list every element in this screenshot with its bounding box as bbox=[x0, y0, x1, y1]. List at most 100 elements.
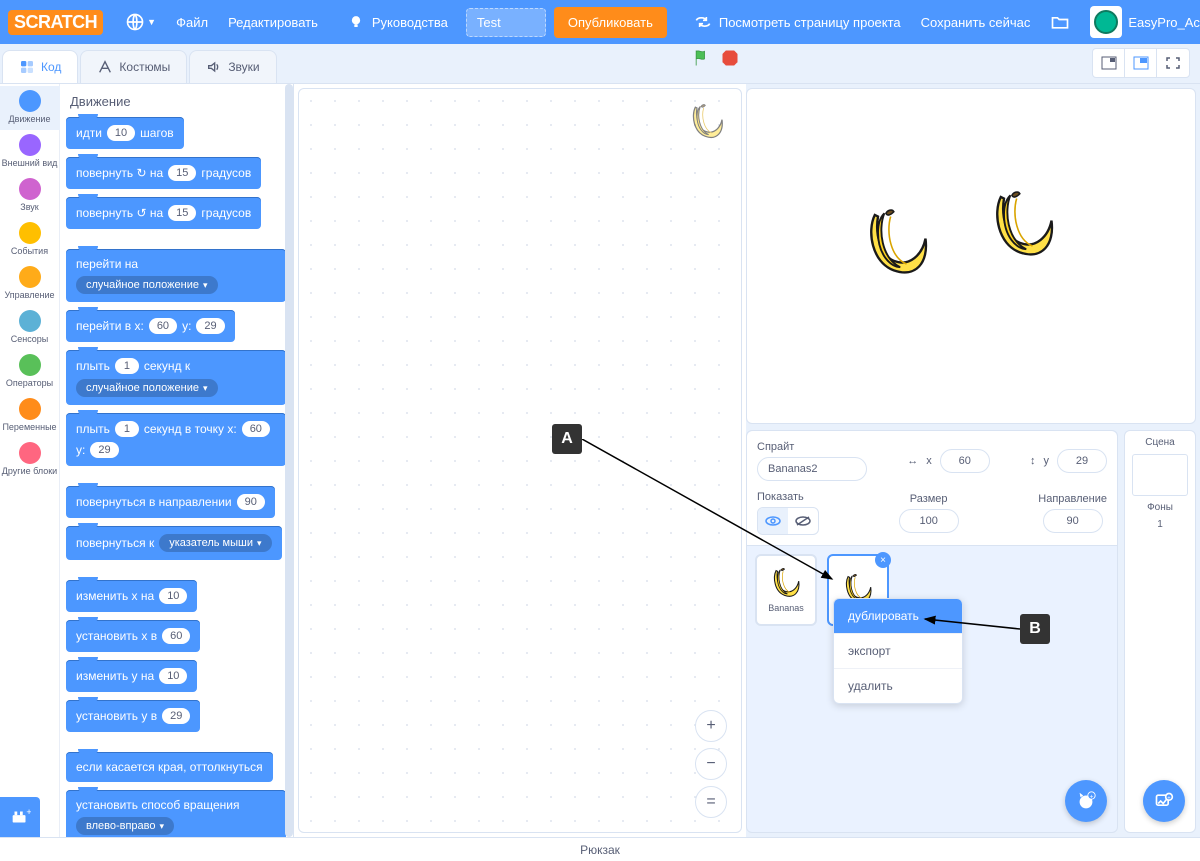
delete-sprite-button[interactable]: × bbox=[875, 552, 891, 568]
file-menu[interactable]: Файл bbox=[166, 0, 218, 44]
context-delete[interactable]: удалить bbox=[834, 669, 962, 703]
image-plus-icon: + bbox=[1154, 791, 1174, 811]
sprite-list: Bananas × дублировать экспорт удалить bbox=[755, 554, 1109, 626]
tabs-row: Код Костюмы Звуки bbox=[0, 44, 1200, 84]
backdrops-count: 1 bbox=[1157, 519, 1163, 530]
add-backdrop-button[interactable]: + bbox=[1143, 780, 1185, 822]
annotation-b: B bbox=[1020, 614, 1050, 644]
stage-size-toggle bbox=[1092, 48, 1190, 78]
zoom-out-button[interactable]: − bbox=[695, 748, 727, 780]
block-set-x[interactable]: установить x в60 bbox=[66, 620, 200, 652]
costumes-icon bbox=[97, 59, 113, 75]
tab-costumes[interactable]: Костюмы bbox=[80, 50, 187, 83]
eye-icon bbox=[765, 515, 781, 527]
block-turn-ccw[interactable]: повернуть ↺ на15градусов bbox=[66, 197, 261, 229]
category-sound[interactable]: Звук bbox=[0, 174, 60, 218]
large-stage-icon bbox=[1133, 56, 1149, 70]
stage-sprite-bananas[interactable] bbox=[859, 207, 935, 283]
block-bounce[interactable]: если касается края, оттолкнуться bbox=[66, 752, 273, 782]
sprites-panel: Спрайт ↔ x ↕ y bbox=[746, 430, 1118, 833]
sprite-size-input[interactable] bbox=[899, 509, 959, 533]
show-button[interactable] bbox=[758, 508, 788, 534]
category-control[interactable]: Управление bbox=[0, 262, 60, 306]
scratch-logo[interactable]: SCRATCH bbox=[8, 8, 103, 36]
block-change-x[interactable]: изменить x на10 bbox=[66, 580, 197, 612]
category-column: Движение Внешний вид Звук События Управл… bbox=[0, 84, 60, 837]
tutorials-button[interactable]: Руководства bbox=[336, 0, 458, 44]
block-point-direction[interactable]: повернуться в направлении90 bbox=[66, 486, 275, 518]
code-workspace[interactable]: + − = bbox=[298, 88, 742, 833]
context-export[interactable]: экспорт bbox=[834, 634, 962, 669]
sprite-direction-input[interactable] bbox=[1043, 509, 1103, 533]
sounds-icon bbox=[206, 59, 222, 75]
backpack-header[interactable]: Рюкзак bbox=[0, 837, 1200, 861]
svg-text:+: + bbox=[26, 807, 31, 817]
stage-sprite-bananas2[interactable] bbox=[985, 189, 1061, 265]
banana-icon bbox=[769, 567, 803, 601]
category-variables[interactable]: Переменные bbox=[0, 394, 60, 438]
publish-button[interactable]: Опубликовать bbox=[554, 7, 667, 38]
block-goto-xy[interactable]: перейти в x:60y:29 bbox=[66, 310, 235, 342]
visibility-toggle bbox=[757, 507, 819, 535]
annotation-a: A bbox=[552, 424, 582, 454]
sprite-info: Спрайт ↔ x ↕ y bbox=[747, 431, 1117, 546]
stage-thumbnail[interactable] bbox=[1132, 454, 1188, 496]
tab-sounds[interactable]: Звуки bbox=[189, 50, 276, 83]
green-flag-button[interactable] bbox=[692, 48, 712, 68]
block-glide-xy[interactable]: плыть1секунд в точку x:60y:29 bbox=[66, 413, 286, 466]
category-events[interactable]: События bbox=[0, 218, 60, 262]
backdrops-label: Фоны bbox=[1147, 502, 1173, 513]
small-stage-button[interactable] bbox=[1093, 49, 1125, 77]
xy-arrows-icon: ↕ bbox=[1030, 455, 1036, 467]
scene-label: Сцена bbox=[1145, 437, 1174, 448]
xy-arrows-icon: ↔ bbox=[907, 455, 918, 467]
stop-button[interactable] bbox=[720, 48, 740, 68]
stage[interactable] bbox=[746, 88, 1196, 424]
block-rotation-style[interactable]: установить способ вращениявлево-вправо bbox=[66, 790, 286, 837]
block-goto[interactable]: перейти наслучайное положение bbox=[66, 249, 286, 302]
globe-icon bbox=[125, 12, 145, 32]
block-set-y[interactable]: установить y в29 bbox=[66, 700, 200, 732]
project-name-input[interactable] bbox=[466, 8, 546, 37]
category-looks[interactable]: Внешний вид bbox=[0, 130, 60, 174]
hide-button[interactable] bbox=[788, 508, 818, 534]
code-icon bbox=[19, 59, 35, 75]
fullscreen-button[interactable] bbox=[1157, 49, 1189, 77]
eye-off-icon bbox=[795, 515, 811, 527]
sprite-label: Спрайт bbox=[757, 441, 794, 453]
sprite-name-input[interactable] bbox=[757, 457, 867, 481]
block-point-towards[interactable]: повернуться куказатель мыши bbox=[66, 526, 282, 560]
block-palette: Движение идти10шагов повернуть ↻ на15гра… bbox=[60, 84, 293, 837]
block-change-y[interactable]: изменить y на10 bbox=[66, 660, 197, 692]
block-move-steps[interactable]: идти10шагов bbox=[66, 117, 184, 149]
category-motion[interactable]: Движение bbox=[0, 86, 60, 130]
sprite-x-input[interactable] bbox=[940, 449, 990, 473]
category-myblocks[interactable]: Другие блоки bbox=[0, 438, 60, 482]
block-turn-cw[interactable]: повернуть ↻ на15градусов bbox=[66, 157, 261, 189]
edit-menu[interactable]: Редактировать bbox=[218, 0, 328, 44]
zoom-in-button[interactable]: + bbox=[695, 710, 727, 742]
large-stage-button[interactable] bbox=[1125, 49, 1157, 77]
small-stage-icon bbox=[1101, 56, 1117, 70]
sprite-y-input[interactable] bbox=[1057, 449, 1107, 473]
context-duplicate[interactable]: дублировать bbox=[834, 599, 962, 634]
block-glide-to[interactable]: плыть1секунд кслучайное положение bbox=[66, 350, 286, 405]
add-sprite-button[interactable]: + bbox=[1065, 780, 1107, 822]
zoom-reset-button[interactable]: = bbox=[695, 786, 727, 818]
language-menu[interactable]: ▼ bbox=[115, 0, 166, 44]
mystuff-button[interactable] bbox=[1040, 0, 1080, 44]
tab-code[interactable]: Код bbox=[2, 50, 78, 83]
avatar bbox=[1090, 6, 1122, 38]
extension-icon: + bbox=[9, 806, 31, 828]
add-extension-button[interactable]: + bbox=[0, 797, 40, 837]
category-sensing[interactable]: Сенсоры bbox=[0, 306, 60, 350]
user-menu[interactable]: EasyPro_Academy ▼ bbox=[1080, 6, 1200, 38]
save-now-button[interactable]: Сохранить сейчас bbox=[911, 0, 1041, 44]
sprite-tile-bananas[interactable]: Bananas bbox=[755, 554, 817, 626]
see-project-page-button[interactable]: Посмотреть страницу проекта bbox=[683, 0, 911, 44]
category-operators[interactable]: Операторы bbox=[0, 350, 60, 394]
sprite-context-menu: дублировать экспорт удалить bbox=[833, 598, 963, 704]
username-label: EasyPro_Academy bbox=[1128, 15, 1200, 30]
fullscreen-icon bbox=[1165, 56, 1181, 70]
workspace-zoom-controls: + − = bbox=[695, 710, 727, 818]
